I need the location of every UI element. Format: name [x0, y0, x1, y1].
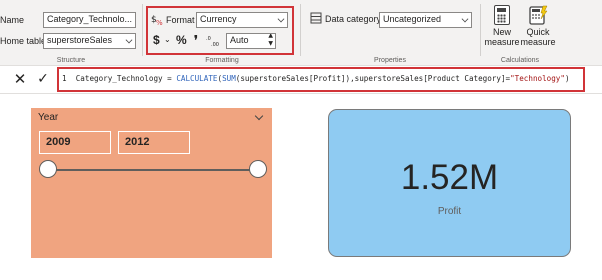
- currency-icon: $: [153, 33, 160, 47]
- formula-string-literal: "Technology": [510, 74, 565, 83]
- format-label: Format: [166, 15, 195, 25]
- formatting-group-label: Formatting: [205, 57, 239, 64]
- formula-equals: =: [162, 74, 177, 83]
- slicer-end-handle[interactable]: [249, 160, 267, 178]
- card-label: Profit: [437, 206, 462, 217]
- close-icon[interactable]: ✕: [12, 71, 28, 87]
- formula-function-calculate: CALCULATE: [176, 74, 218, 83]
- format-icon: $ %: [151, 15, 163, 26]
- formula-measure-name: Category_Technology: [75, 74, 163, 83]
- card-value: 1.52M: [400, 158, 499, 197]
- formula-arguments: (superstoreSales[Profit]),superstoreSale…: [235, 74, 511, 83]
- formula-close-paren: ): [564, 74, 570, 83]
- ribbon-separator: [300, 4, 301, 56]
- svg-text:.00: .00: [211, 42, 219, 48]
- slicer-start-handle[interactable]: [39, 160, 57, 178]
- format-select[interactable]: Currency: [196, 12, 288, 28]
- quick-measure-button[interactable]: Quick measure: [520, 5, 556, 47]
- name-field[interactable]: Category_Technolo...: [43, 12, 136, 28]
- quick-measure-label-line1: Quick: [526, 27, 550, 37]
- percent-button[interactable]: %: [176, 33, 187, 47]
- new-measure-label-line1: New: [492, 27, 511, 37]
- currency-button[interactable]: $: [153, 33, 160, 47]
- data-category-label: Data category: [325, 14, 382, 24]
- slicer-start-input[interactable]: 2009: [39, 131, 111, 154]
- quick-measure-icon: [528, 5, 548, 25]
- slicer-end-input[interactable]: 2012: [118, 131, 190, 154]
- comma-style-button[interactable]: ❜: [194, 33, 198, 47]
- spinner-icon[interactable]: ▲ ▼: [268, 34, 273, 48]
- comma-icon: ❜: [194, 33, 198, 47]
- decimal-places-value: Auto: [230, 35, 249, 45]
- home-table-label: Home table: [0, 36, 47, 46]
- chevron-down-icon: [125, 36, 133, 44]
- ribbon-separator: [142, 4, 143, 56]
- commit-icon[interactable]: ✓: [35, 71, 51, 87]
- calculator-icon: [494, 5, 510, 25]
- slicer-title: Year: [38, 112, 59, 123]
- calculations-group-label: Calculations: [500, 57, 540, 64]
- data-category-icon: [310, 12, 322, 24]
- chevron-down-icon: [277, 15, 285, 23]
- format-value: Currency: [200, 14, 237, 24]
- new-measure-button[interactable]: New measure: [484, 5, 520, 47]
- formula-line-number: 1: [62, 74, 67, 83]
- slicer-track[interactable]: [48, 169, 258, 171]
- decimal-increase-icon[interactable]: .0 .00: [206, 34, 222, 48]
- percent-icon: %: [176, 33, 187, 47]
- name-label: Name: [0, 15, 25, 25]
- ribbon-separator: [480, 4, 481, 56]
- formula-function-sum: SUM: [222, 74, 236, 83]
- properties-group-label: Properties: [374, 57, 406, 64]
- data-category-select[interactable]: Uncategorized: [379, 12, 472, 28]
- new-measure-label-line2: measure: [484, 37, 520, 47]
- structure-group-label: Structure: [56, 57, 86, 64]
- decimal-places-stepper[interactable]: Auto ▲ ▼: [226, 33, 276, 49]
- currency-dropdown-chevron[interactable]: ⌄: [164, 35, 171, 44]
- home-table-value: superstoreSales: [47, 35, 113, 45]
- chevron-down-icon: [461, 15, 469, 23]
- formula-editor[interactable]: 1 Category_Technology = CALCULATE(SUM(su…: [60, 70, 580, 88]
- home-table-select[interactable]: superstoreSales: [43, 33, 136, 49]
- svg-text:%: %: [156, 19, 163, 26]
- quick-measure-label-line2: measure: [520, 37, 556, 47]
- data-category-value: Uncategorized: [383, 14, 442, 24]
